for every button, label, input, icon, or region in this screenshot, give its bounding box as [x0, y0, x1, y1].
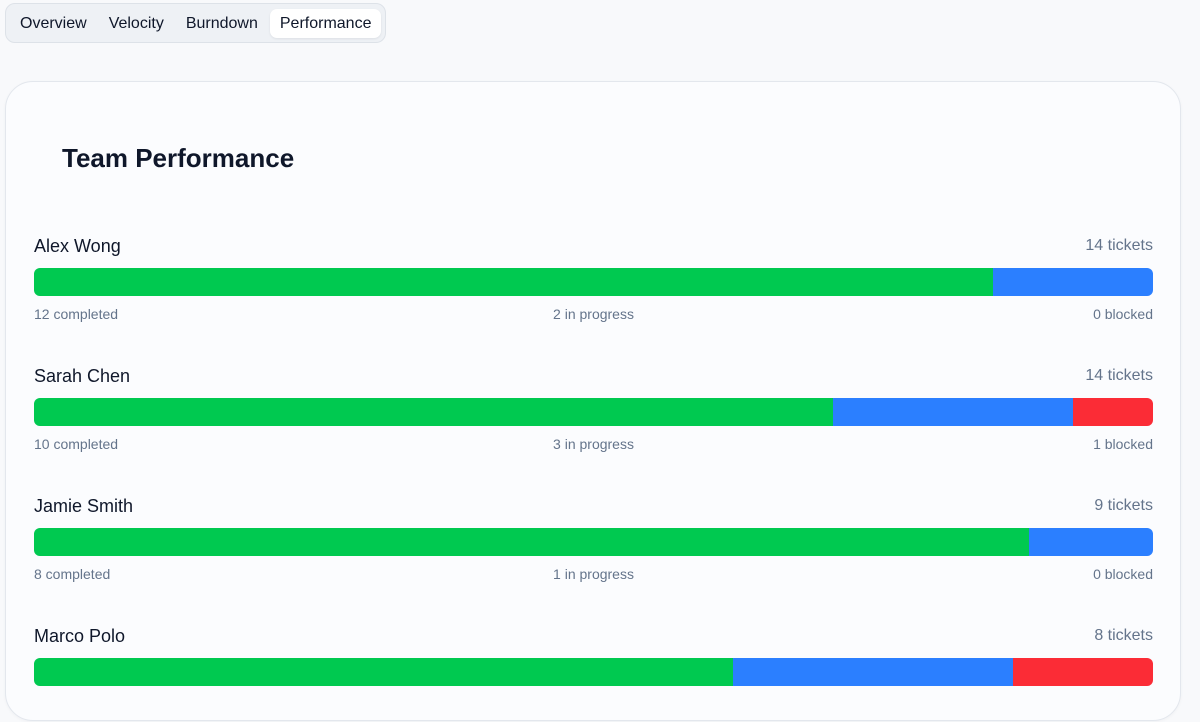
in-progress-segment	[833, 398, 1074, 426]
blocked-segment	[1073, 398, 1153, 426]
in-progress-segment	[733, 658, 1014, 686]
in-progress-count: 3 in progress	[553, 436, 634, 452]
completed-segment	[34, 658, 734, 686]
member-header: Sarah Chen 14 tickets	[34, 362, 1153, 390]
ticket-status-bar	[34, 398, 1153, 426]
status-counts: 10 completed 3 in progress 1 blocked	[34, 434, 1153, 454]
completed-segment	[34, 268, 994, 296]
blocked-segment	[1013, 658, 1153, 686]
ticket-status-bar	[34, 528, 1153, 556]
blocked-count: 0 blocked	[1093, 566, 1153, 582]
in-progress-segment	[993, 268, 1153, 296]
status-counts: 8 completed 1 in progress 0 blocked	[34, 564, 1153, 584]
status-counts: 12 completed 2 in progress 0 blocked	[34, 304, 1153, 324]
member-header: Marco Polo 8 tickets	[34, 622, 1153, 650]
member-name: Sarah Chen	[34, 366, 131, 386]
tab-overview[interactable]: Overview	[10, 9, 97, 38]
member-row: Jamie Smith 9 tickets 8 completed 1 in p…	[34, 492, 1153, 592]
blocked-count: 0 blocked	[1093, 306, 1153, 322]
in-progress-count: 2 in progress	[553, 306, 634, 322]
status-counts	[34, 694, 1153, 714]
member-name: Jamie Smith	[34, 496, 134, 516]
completed-segment	[34, 398, 834, 426]
tab-performance[interactable]: Performance	[269, 8, 382, 38]
member-row: Alex Wong 14 tickets 12 completed 2 in p…	[34, 232, 1153, 332]
ticket-status-bar	[34, 658, 1153, 686]
in-progress-count: 1 in progress	[553, 566, 634, 582]
ticket-count: 9 tickets	[1094, 497, 1153, 514]
card-title: Team Performance	[62, 143, 295, 173]
member-header: Alex Wong 14 tickets	[34, 232, 1153, 260]
in-progress-segment	[1028, 528, 1153, 556]
view-tabs: Overview Velocity Burndown Performance	[5, 3, 387, 43]
member-name: Alex Wong	[34, 236, 121, 256]
completed-segment	[34, 528, 1029, 556]
team-performance-card: Team Performance Alex Wong 14 tickets 12…	[5, 81, 1181, 721]
ticket-status-bar	[34, 268, 1153, 296]
member-row: Sarah Chen 14 tickets 10 completed 3 in …	[34, 362, 1153, 462]
ticket-count: 14 tickets	[1085, 237, 1153, 254]
ticket-count: 14 tickets	[1085, 367, 1153, 384]
tab-burndown[interactable]: Burndown	[176, 9, 268, 38]
member-header: Jamie Smith 9 tickets	[34, 492, 1153, 520]
blocked-count: 1 blocked	[1093, 436, 1153, 452]
member-name: Marco Polo	[34, 626, 126, 646]
tab-velocity[interactable]: Velocity	[99, 9, 174, 38]
member-row: Marco Polo 8 tickets	[34, 622, 1153, 722]
ticket-count: 8 tickets	[1094, 627, 1153, 644]
